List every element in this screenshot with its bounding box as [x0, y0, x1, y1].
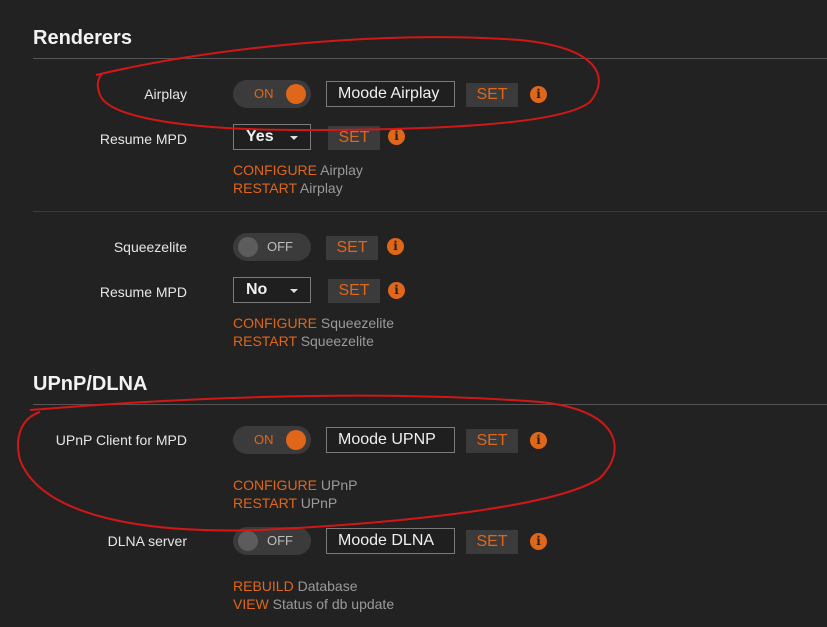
- squeezelite-set-button[interactable]: SET: [326, 236, 378, 260]
- link-target-text: Database: [297, 578, 358, 594]
- select-value: No: [246, 281, 268, 298]
- upnp-restart-link[interactable]: RESTART: [233, 495, 297, 511]
- dlna-rebuild-link[interactable]: REBUILD: [233, 578, 294, 594]
- select-value: Yes: [246, 128, 274, 145]
- airplay-label: Airplay: [144, 86, 187, 102]
- toggle-knob: [238, 237, 258, 257]
- airplay-resume-set-button[interactable]: SET: [328, 126, 380, 150]
- section-divider: [33, 404, 827, 405]
- airplay-configure-line: CONFIGURE Airplay: [233, 162, 363, 178]
- info-icon[interactable]: i: [388, 282, 405, 299]
- squeezelite-resume-set-button[interactable]: SET: [328, 279, 380, 303]
- link-target-text: Airplay: [299, 180, 343, 196]
- info-icon[interactable]: i: [530, 432, 547, 449]
- dlna-name-field[interactable]: Moode DLNA: [326, 528, 455, 554]
- toggle-state-text: ON: [254, 432, 274, 447]
- dlna-view-link[interactable]: VIEW: [233, 596, 269, 612]
- link-target-text: UPnP: [300, 495, 338, 511]
- toggle-state-text: OFF: [267, 239, 293, 254]
- toggle-state-text: ON: [254, 86, 274, 101]
- dlna-set-button[interactable]: SET: [466, 530, 518, 554]
- squeezelite-configure-link[interactable]: CONFIGURE: [233, 315, 317, 331]
- toggle-knob: [238, 531, 258, 551]
- squeezelite-label: Squeezelite: [113, 239, 187, 255]
- info-icon[interactable]: i: [530, 86, 547, 103]
- airplay-resume-mpd-select[interactable]: Yes: [233, 124, 311, 150]
- dlna-server-label: DLNA server: [107, 533, 187, 549]
- caret-down-icon: [290, 136, 298, 140]
- airplay-resume-mpd-label: Resume MPD: [99, 131, 187, 147]
- dlna-server-toggle[interactable]: OFF: [233, 527, 311, 555]
- link-target-text: UPnP: [320, 477, 358, 493]
- upnp-restart-line: RESTART UPnP: [233, 495, 337, 511]
- airplay-set-button[interactable]: SET: [466, 83, 518, 107]
- airplay-toggle[interactable]: ON: [233, 80, 311, 108]
- airplay-configure-link[interactable]: CONFIGURE: [233, 162, 317, 178]
- dlna-rebuild-line: REBUILD Database: [233, 578, 358, 594]
- squeezelite-toggle[interactable]: OFF: [233, 233, 311, 261]
- airplay-restart-link[interactable]: RESTART: [233, 180, 297, 196]
- upnp-client-label: UPnP Client for MPD: [55, 432, 187, 448]
- upnp-configure-link[interactable]: CONFIGURE: [233, 477, 317, 493]
- link-target-text: Airplay: [320, 162, 363, 178]
- squeezelite-configure-line: CONFIGURE Squeezelite: [233, 315, 394, 331]
- subsection-divider: [33, 211, 827, 212]
- section-divider: [33, 58, 827, 59]
- upnp-name-field[interactable]: Moode UPNP: [326, 427, 455, 453]
- section-title-renderers: Renderers: [33, 27, 132, 49]
- upnp-client-toggle[interactable]: ON: [233, 426, 311, 454]
- airplay-name-field[interactable]: Moode Airplay: [326, 81, 455, 107]
- link-target-text: Squeezelite: [320, 315, 395, 331]
- dlna-view-line: VIEW Status of db update: [233, 596, 394, 612]
- info-icon[interactable]: i: [388, 128, 405, 145]
- section-title-upnp-dlna: UPnP/DLNA: [33, 373, 148, 395]
- info-icon[interactable]: i: [387, 238, 404, 255]
- link-target-text: Squeezelite: [300, 333, 374, 349]
- toggle-knob: [286, 430, 306, 450]
- upnp-set-button[interactable]: SET: [466, 429, 518, 453]
- squeezelite-restart-link[interactable]: RESTART: [233, 333, 297, 349]
- squeezelite-resume-mpd-select[interactable]: No: [233, 277, 311, 303]
- caret-down-icon: [290, 289, 298, 293]
- squeezelite-restart-line: RESTART Squeezelite: [233, 333, 374, 349]
- toggle-state-text: OFF: [267, 533, 293, 548]
- squeezelite-resume-mpd-label: Resume MPD: [99, 284, 187, 300]
- toggle-knob: [286, 84, 306, 104]
- airplay-restart-line: RESTART Airplay: [233, 180, 343, 196]
- upnp-configure-line: CONFIGURE UPnP: [233, 477, 357, 493]
- link-target-text: Status of db update: [272, 596, 395, 612]
- info-icon[interactable]: i: [530, 533, 547, 550]
